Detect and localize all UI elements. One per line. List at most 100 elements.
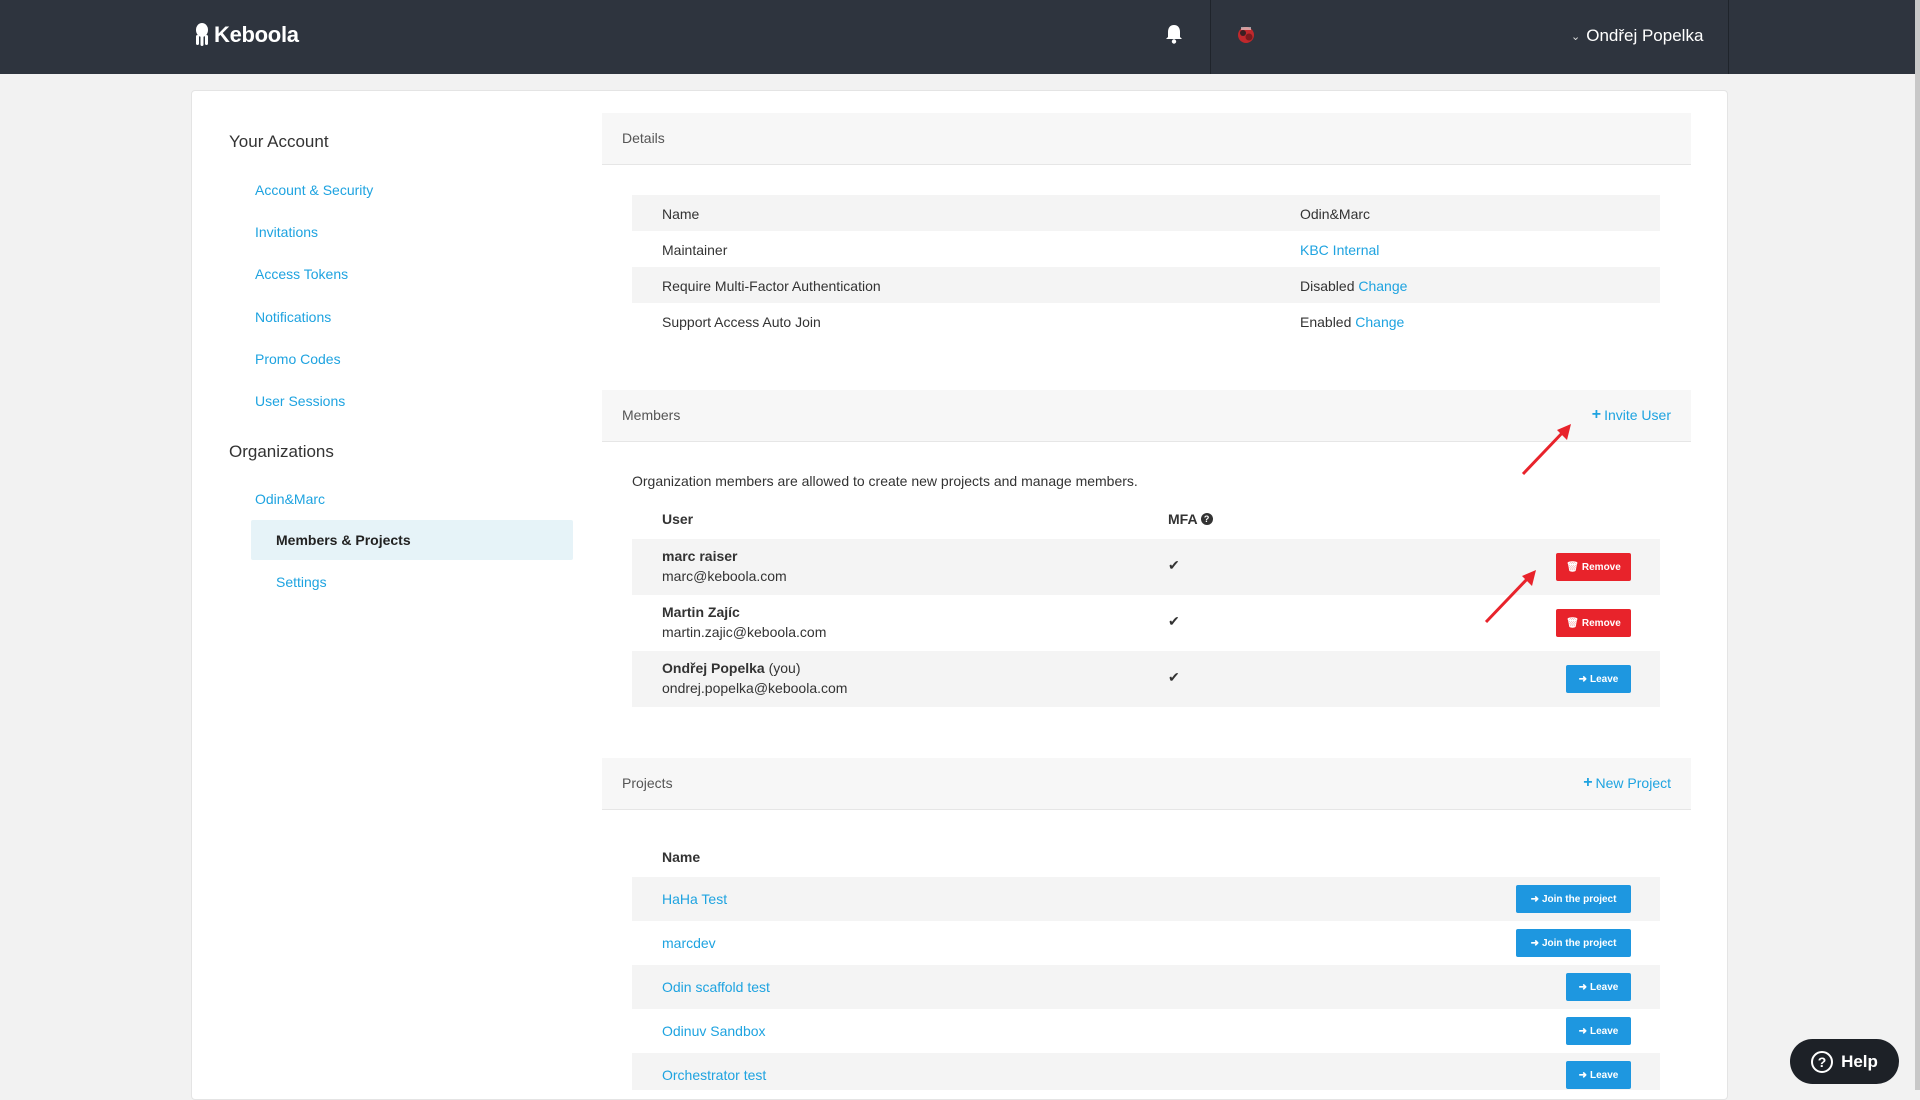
leave-label: Leave — [1590, 673, 1619, 685]
new-project-label: New Project — [1595, 775, 1671, 791]
user-column-header: User — [662, 511, 694, 527]
detail-value: Enabled Change — [1300, 314, 1404, 330]
detail-row: Support Access Auto Join Enabled Change — [632, 303, 1660, 339]
leave-project-button[interactable]: ➜ Leave — [1566, 1061, 1631, 1089]
join-label: Join the project — [1541, 893, 1617, 905]
annotation-arrow-icon — [1484, 570, 1536, 624]
join-label: Join the project — [1541, 937, 1617, 949]
project-row: Odin scaffold test ➜ Leave — [632, 965, 1660, 1009]
project-link[interactable]: Orchestrator test — [662, 1067, 766, 1083]
auto-join-status: Enabled — [1300, 314, 1352, 330]
details-section-header: Details — [602, 113, 1691, 165]
notifications-bell-icon[interactable] — [1165, 24, 1183, 48]
leave-project-button[interactable]: ➜ Leave — [1566, 973, 1631, 1001]
sidebar-item-promo-codes[interactable]: Promo Codes — [255, 351, 341, 367]
member-you-tag: (you) — [768, 660, 801, 676]
remove-member-button[interactable]: 🗑 Remove — [1556, 553, 1631, 581]
new-project-button[interactable]: + New Project — [1583, 774, 1671, 792]
projects-section-header: Projects + New Project — [602, 758, 1691, 810]
help-button[interactable]: ? Help — [1790, 1039, 1899, 1084]
leave-label: Leave — [1590, 1069, 1619, 1081]
page-scrollbar[interactable] — [1915, 0, 1920, 1090]
question-circle-icon[interactable]: ? — [1200, 513, 1213, 525]
details-title: Details — [622, 130, 665, 146]
invite-user-button[interactable]: + Invite User — [1591, 406, 1671, 424]
sidebar-item-invitations[interactable]: Invitations — [255, 224, 318, 240]
member-name: Martin Zajíc — [662, 604, 740, 620]
detail-value: Disabled Change — [1300, 278, 1407, 294]
detail-row: Require Multi-Factor Authentication Disa… — [632, 267, 1660, 303]
member-name: marc raiser — [662, 548, 738, 564]
sidebar-item-account-security[interactable]: Account & Security — [255, 182, 373, 198]
leave-label: Leave — [1590, 981, 1619, 993]
detail-label: Require Multi-Factor Authentication — [662, 278, 881, 294]
user-name: Ondřej Popelka — [1586, 26, 1704, 45]
project-row: marcdev ➜ Join the project — [632, 921, 1660, 965]
mfa-status: Disabled — [1300, 278, 1355, 294]
your-account-heading: Your Account — [229, 132, 329, 151]
sidebar-item-settings[interactable]: Settings — [276, 574, 327, 590]
project-avatar-icon[interactable] — [1235, 24, 1257, 50]
sign-in-icon: ➜ — [1530, 893, 1539, 905]
trash-icon: 🗑 — [1566, 617, 1579, 629]
member-email: ondrej.popelka@keboola.com — [662, 680, 848, 696]
mfa-check-icon: ✔ — [1168, 669, 1180, 685]
sign-out-icon: ➜ — [1578, 981, 1588, 993]
navbar-divider — [1210, 0, 1211, 74]
project-link[interactable]: Odinuv Sandbox — [662, 1023, 766, 1039]
sidebar-item-notifications[interactable]: Notifications — [255, 309, 331, 325]
change-mfa-link[interactable]: Change — [1358, 278, 1407, 294]
remove-label: Remove — [1581, 561, 1621, 573]
members-description: Organization members are allowed to crea… — [632, 473, 1138, 489]
member-name-wrap: Ondřej Popelka (you) — [662, 660, 801, 676]
sidebar-item-user-sessions[interactable]: User Sessions — [255, 393, 345, 409]
sidebar-item-members-projects[interactable]: Members & Projects — [251, 520, 573, 560]
keboola-logo[interactable]: Keboola — [194, 22, 299, 48]
sign-out-icon: ➜ — [1578, 1069, 1588, 1081]
project-row: Odinuv Sandbox ➜ Leave — [632, 1009, 1660, 1053]
chevron-down-icon: ⌄ — [1571, 30, 1581, 43]
top-navbar: Keboola ⌄ Ondřej Popelka — [0, 0, 1920, 74]
project-link[interactable]: marcdev — [662, 935, 716, 951]
navbar-divider — [1728, 0, 1729, 74]
sidebar-item-label: Members & Projects — [276, 532, 411, 548]
leave-project-button[interactable]: ➜ Leave — [1566, 1017, 1631, 1045]
detail-label: Name — [662, 206, 700, 222]
remove-label: Remove — [1581, 617, 1621, 629]
sidebar-item-access-tokens[interactable]: Access Tokens — [255, 266, 348, 282]
detail-row: Maintainer KBC Internal — [632, 231, 1660, 267]
change-auto-join-link[interactable]: Change — [1355, 314, 1404, 330]
mfa-check-icon: ✔ — [1168, 557, 1180, 573]
member-email: martin.zajic@keboola.com — [662, 624, 827, 640]
remove-member-button[interactable]: 🗑 Remove — [1556, 609, 1631, 637]
project-row: Orchestrator test ➜ Leave — [632, 1053, 1660, 1090]
sign-out-icon: ➜ — [1578, 1025, 1588, 1037]
project-row: HaHa Test ➜ Join the project — [632, 877, 1660, 921]
brand-name: Keboola — [214, 22, 299, 47]
invite-user-label: Invite User — [1604, 407, 1671, 423]
detail-row: Name Odin&Marc — [632, 195, 1660, 231]
join-project-button[interactable]: ➜ Join the project — [1516, 885, 1631, 913]
maintainer-link[interactable]: KBC Internal — [1300, 242, 1379, 258]
sign-out-icon: ➜ — [1578, 673, 1588, 685]
leave-organization-button[interactable]: ➜ Leave — [1566, 665, 1631, 693]
detail-label: Support Access Auto Join — [662, 314, 821, 330]
organizations-heading: Organizations — [229, 442, 334, 461]
name-column-header: Name — [662, 849, 701, 865]
mfa-check-icon: ✔ — [1168, 613, 1180, 629]
project-link[interactable]: Odin scaffold test — [662, 979, 770, 995]
members-title: Members — [622, 407, 681, 423]
detail-value: Odin&Marc — [1300, 206, 1371, 222]
join-project-button[interactable]: ➜ Join the project — [1516, 929, 1631, 957]
trash-icon: 🗑 — [1566, 561, 1579, 573]
user-menu-dropdown[interactable]: ⌄ Ondřej Popelka — [1571, 26, 1703, 46]
projects-title: Projects — [622, 775, 673, 791]
member-email: marc@keboola.com — [662, 568, 787, 584]
sidebar-item-org[interactable]: Odin&Marc — [255, 491, 325, 507]
leave-label: Leave — [1590, 1025, 1619, 1037]
project-link[interactable]: HaHa Test — [662, 891, 727, 907]
plus-icon: + — [1591, 406, 1602, 423]
help-label: Help — [1841, 1051, 1878, 1071]
mfa-header-label: MFA — [1168, 511, 1198, 527]
plus-icon: + — [1583, 774, 1593, 791]
